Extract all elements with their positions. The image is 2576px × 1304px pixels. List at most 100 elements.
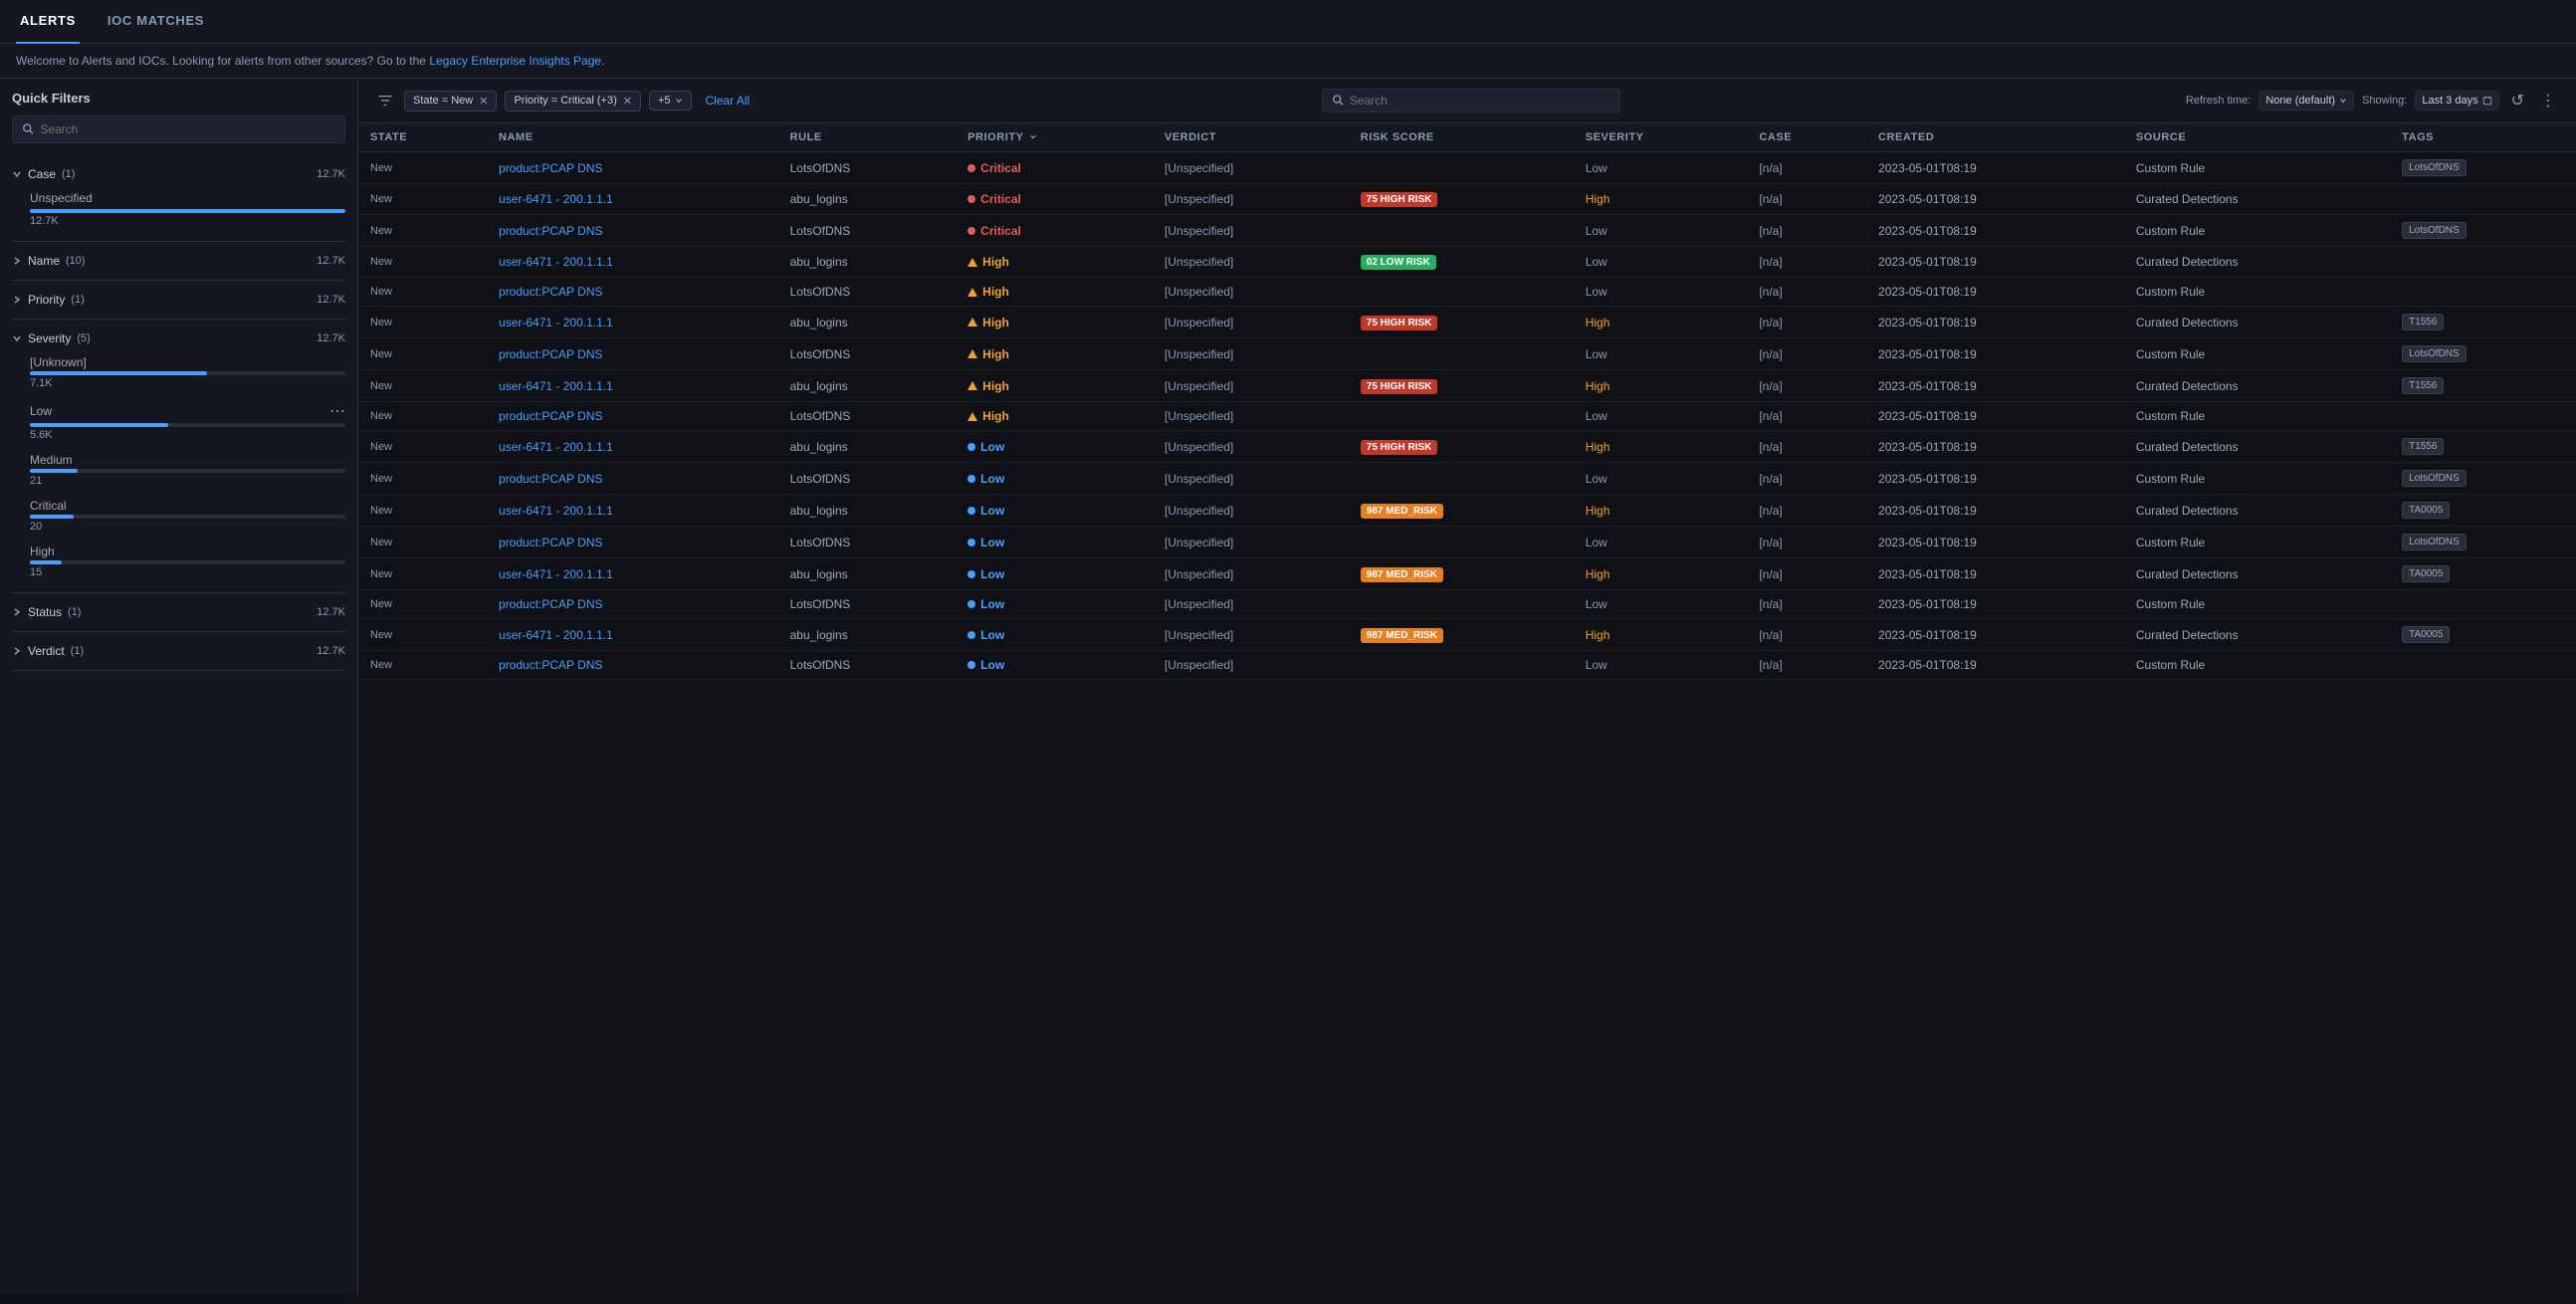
filter-item-severity-critical: Critical 20 — [12, 493, 345, 539]
cell-name[interactable]: product:PCAP DNS — [487, 527, 778, 558]
col-rule[interactable]: RULE — [778, 123, 957, 152]
table-row[interactable]: Newproduct:PCAP DNSLotsOfDNSHigh[Unspeci… — [358, 338, 2576, 370]
alert-name-link[interactable]: product:PCAP DNS — [499, 536, 603, 549]
filter-icon-button[interactable] — [374, 90, 396, 111]
alert-name-link[interactable]: product:PCAP DNS — [499, 658, 603, 672]
chip-state-new: State = New ✕ — [404, 91, 497, 111]
cell-name[interactable]: user-6471 - 200.1.1.1 — [487, 558, 778, 590]
col-case[interactable]: CASE — [1747, 123, 1866, 152]
table-row[interactable]: Newproduct:PCAP DNSLotsOfDNSHigh[Unspeci… — [358, 278, 2576, 307]
tab-ioc-matches[interactable]: IOC MATCHES — [104, 0, 208, 44]
cell-name[interactable]: user-6471 - 200.1.1.1 — [487, 431, 778, 463]
alert-name-link[interactable]: product:PCAP DNS — [499, 161, 603, 175]
chip-state-new-remove[interactable]: ✕ — [479, 95, 488, 108]
col-name[interactable]: NAME — [487, 123, 778, 152]
table-row[interactable]: Newuser-6471 - 200.1.1.1abu_loginsLow[Un… — [358, 431, 2576, 463]
filter-header-status[interactable]: Status (1) 12.7K — [12, 601, 345, 623]
showing-select[interactable]: Last 3 days — [2415, 91, 2498, 110]
col-severity[interactable]: SEVERITY — [1574, 123, 1748, 152]
alert-name-link[interactable]: product:PCAP DNS — [499, 597, 603, 611]
col-tags[interactable]: TAGS — [2390, 123, 2576, 152]
alert-name-link[interactable]: product:PCAP DNS — [499, 285, 603, 299]
cell-state: New — [358, 527, 487, 558]
cell-risk-score — [1349, 651, 1574, 680]
tab-alerts[interactable]: ALERTS — [16, 0, 80, 44]
table-row[interactable]: Newuser-6471 - 200.1.1.1abu_loginsHigh[U… — [358, 247, 2576, 278]
filter-header-severity[interactable]: Severity (5) 12.7K — [12, 327, 345, 349]
cell-name[interactable]: product:PCAP DNS — [487, 152, 778, 184]
chip-priority-remove[interactable]: ✕ — [623, 95, 632, 108]
cell-name[interactable]: product:PCAP DNS — [487, 278, 778, 307]
refresh-button[interactable]: ↺ — [2507, 87, 2528, 114]
cell-state: New — [358, 152, 487, 184]
alert-name-link[interactable]: user-6471 - 200.1.1.1 — [499, 192, 613, 206]
cell-state: New — [358, 247, 487, 278]
alert-name-link[interactable]: product:PCAP DNS — [499, 472, 603, 486]
alert-name-link[interactable]: user-6471 - 200.1.1.1 — [499, 628, 613, 642]
alert-name-link[interactable]: product:PCAP DNS — [499, 409, 603, 423]
col-state[interactable]: STATE — [358, 123, 487, 152]
cell-name[interactable]: product:PCAP DNS — [487, 463, 778, 495]
table-row[interactable]: Newproduct:PCAP DNSLotsOfDNSLow[Unspecif… — [358, 590, 2576, 619]
sidebar-search-box[interactable] — [12, 115, 345, 143]
table-row[interactable]: Newuser-6471 - 200.1.1.1abu_loginsLow[Un… — [358, 619, 2576, 651]
col-risk-score[interactable]: RISK SCORE — [1349, 123, 1574, 152]
cell-rule: abu_logins — [778, 495, 957, 527]
filter-header-case[interactable]: Case (1) 12.7K — [12, 163, 345, 185]
alert-name-link[interactable]: product:PCAP DNS — [499, 347, 603, 361]
table-row[interactable]: Newproduct:PCAP DNSLotsOfDNSLow[Unspecif… — [358, 527, 2576, 558]
cell-name[interactable]: user-6471 - 200.1.1.1 — [487, 370, 778, 402]
severity-low-options[interactable]: ⋯ — [329, 401, 345, 421]
cell-name[interactable]: user-6471 - 200.1.1.1 — [487, 184, 778, 215]
filter-header-name[interactable]: Name (10) 12.7K — [12, 250, 345, 272]
cell-source: Custom Rule — [2124, 651, 2390, 680]
alert-name-link[interactable]: user-6471 - 200.1.1.1 — [499, 316, 613, 329]
cell-name[interactable]: product:PCAP DNS — [487, 402, 778, 431]
table-row[interactable]: Newproduct:PCAP DNSLotsOfDNSCritical[Uns… — [358, 215, 2576, 247]
legacy-link[interactable]: Legacy Enterprise Insights Page. — [429, 54, 604, 68]
alert-name-link[interactable]: user-6471 - 200.1.1.1 — [499, 379, 613, 393]
cell-case: [n/a] — [1747, 247, 1866, 278]
low-priority-icon — [967, 507, 975, 515]
cell-tags: TA0005 — [2390, 495, 2576, 527]
filter-header-verdict[interactable]: Verdict (1) 12.7K — [12, 640, 345, 662]
sidebar-search-input[interactable] — [40, 122, 334, 136]
cell-name[interactable]: product:PCAP DNS — [487, 651, 778, 680]
table-row[interactable]: Newproduct:PCAP DNSLotsOfDNSCritical[Uns… — [358, 152, 2576, 184]
alert-name-link[interactable]: user-6471 - 200.1.1.1 — [499, 504, 613, 518]
table-row[interactable]: Newuser-6471 - 200.1.1.1abu_loginsLow[Un… — [358, 558, 2576, 590]
cell-name[interactable]: user-6471 - 200.1.1.1 — [487, 247, 778, 278]
main-search-box[interactable] — [1322, 89, 1620, 112]
clear-all-button[interactable]: Clear All — [700, 91, 756, 110]
alert-name-link[interactable]: product:PCAP DNS — [499, 224, 603, 238]
cell-source: Curated Detections — [2124, 247, 2390, 278]
cell-name[interactable]: user-6471 - 200.1.1.1 — [487, 307, 778, 338]
table-row[interactable]: Newproduct:PCAP DNSLotsOfDNSLow[Unspecif… — [358, 463, 2576, 495]
cell-name[interactable]: user-6471 - 200.1.1.1 — [487, 495, 778, 527]
refresh-time-select[interactable]: None (default) — [2258, 91, 2354, 110]
cell-name[interactable]: product:PCAP DNS — [487, 215, 778, 247]
table-row[interactable]: Newproduct:PCAP DNSLotsOfDNSHigh[Unspeci… — [358, 402, 2576, 431]
main-search-input[interactable] — [1350, 94, 1610, 108]
table-row[interactable]: Newuser-6471 - 200.1.1.1abu_loginsHigh[U… — [358, 370, 2576, 402]
more-options-button[interactable]: ⋮ — [2536, 87, 2560, 114]
table-row[interactable]: Newuser-6471 - 200.1.1.1abu_loginsHigh[U… — [358, 307, 2576, 338]
table-row[interactable]: Newuser-6471 - 200.1.1.1abu_loginsCritic… — [358, 184, 2576, 215]
col-verdict[interactable]: VERDICT — [1153, 123, 1349, 152]
col-priority[interactable]: PRIORITY — [956, 123, 1153, 152]
table-row[interactable]: Newuser-6471 - 200.1.1.1abu_loginsLow[Un… — [358, 495, 2576, 527]
cell-state: New — [358, 370, 487, 402]
table-row[interactable]: Newproduct:PCAP DNSLotsOfDNSLow[Unspecif… — [358, 651, 2576, 680]
cell-priority: High — [956, 402, 1153, 431]
chip-plus-five[interactable]: +5 — [649, 91, 692, 110]
alert-name-link[interactable]: user-6471 - 200.1.1.1 — [499, 440, 613, 454]
alert-name-link[interactable]: user-6471 - 200.1.1.1 — [499, 255, 613, 269]
filter-header-priority[interactable]: Priority (1) 12.7K — [12, 289, 345, 311]
cell-name[interactable]: product:PCAP DNS — [487, 590, 778, 619]
cell-state: New — [358, 463, 487, 495]
alert-name-link[interactable]: user-6471 - 200.1.1.1 — [499, 567, 613, 581]
cell-name[interactable]: user-6471 - 200.1.1.1 — [487, 619, 778, 651]
col-source[interactable]: SOURCE — [2124, 123, 2390, 152]
cell-name[interactable]: product:PCAP DNS — [487, 338, 778, 370]
col-created[interactable]: CREATED — [1866, 123, 2124, 152]
